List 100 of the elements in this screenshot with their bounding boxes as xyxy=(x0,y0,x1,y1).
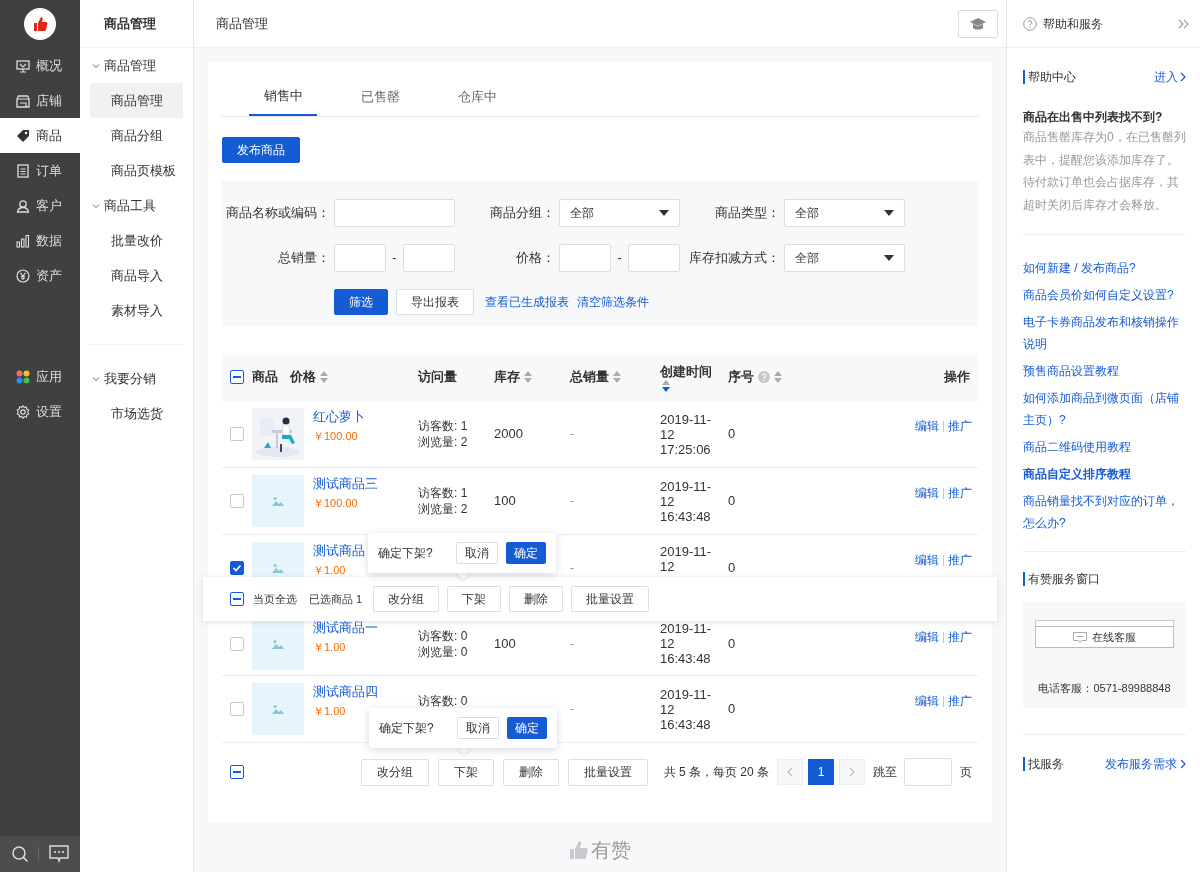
nav-group[interactable]: 商品管理 xyxy=(80,48,193,83)
sort-icon[interactable] xyxy=(774,371,782,383)
button[interactable]: 删除 xyxy=(509,586,564,612)
nav-item[interactable]: 商品 xyxy=(0,118,80,153)
nav-item[interactable]: 商品页模板 xyxy=(90,153,183,188)
action-link[interactable]: 推广 xyxy=(948,628,972,646)
nav-item[interactable]: 商品导入 xyxy=(90,258,183,293)
checkbox[interactable] xyxy=(230,370,244,384)
chat-icon[interactable] xyxy=(49,845,70,863)
help-link[interactable]: 预售商品设置教程 xyxy=(1023,360,1186,382)
help-link[interactable]: 商品二维码使用教程 xyxy=(1023,436,1186,458)
nav-item[interactable]: 商品分组 xyxy=(90,118,183,153)
nav-item[interactable]: 商品管理 xyxy=(90,83,183,118)
select-field[interactable]: 全部 xyxy=(559,199,680,227)
product-link[interactable]: 测试商品 xyxy=(313,543,365,559)
input-field[interactable] xyxy=(559,244,611,272)
button[interactable]: 批量设置 xyxy=(571,586,650,612)
button[interactable]: 发布商品 xyxy=(222,137,300,163)
input-field[interactable] xyxy=(628,244,680,272)
tab[interactable]: 已售罄 xyxy=(346,77,414,116)
product-link[interactable]: 测试商品一 xyxy=(313,620,378,636)
nav-item[interactable]: 素材导入 xyxy=(90,293,183,328)
jump-label: 跳至 xyxy=(873,764,897,781)
tab[interactable]: 销售中 xyxy=(249,77,317,116)
online-service-button[interactable]: 在线客服 xyxy=(1035,626,1174,648)
sort-descending-icon[interactable] xyxy=(662,380,670,392)
button[interactable]: 下架 xyxy=(438,758,494,786)
stock-count: 100 xyxy=(494,635,516,651)
confirm-button[interactable]: 确定 xyxy=(507,717,547,739)
thumbs-up-logo[interactable] xyxy=(24,8,56,40)
action-link[interactable]: 推广 xyxy=(948,417,972,435)
publish-request-link[interactable]: 发布服务需求 xyxy=(1105,755,1186,773)
nav-item[interactable]: 资产 xyxy=(0,258,80,293)
nav-item[interactable]: 应用 xyxy=(0,359,80,394)
help-link[interactable]: 电子卡券商品发布和核销操作说明 xyxy=(1023,311,1186,355)
select-field[interactable]: 全部 xyxy=(784,244,905,272)
nav-item[interactable]: 设置 xyxy=(0,394,80,429)
nav-group[interactable]: 我要分销 xyxy=(80,361,193,396)
tab[interactable]: 仓库中 xyxy=(443,77,511,116)
button[interactable]: 改分组 xyxy=(361,758,429,786)
action-link[interactable]: 编辑 xyxy=(915,551,939,569)
action-link[interactable]: 编辑 xyxy=(915,628,939,646)
nav-item[interactable]: 订单 xyxy=(0,153,80,188)
input-field[interactable] xyxy=(403,244,455,272)
select-field[interactable]: 全部 xyxy=(784,199,905,227)
nav-item[interactable]: 概况 xyxy=(0,48,80,83)
link[interactable]: 清空筛选条件 xyxy=(577,293,649,311)
sort-icon[interactable] xyxy=(320,371,328,383)
page-button[interactable]: 1 xyxy=(808,759,834,785)
collapse-icon[interactable] xyxy=(1178,18,1190,29)
sort-icon[interactable] xyxy=(613,371,621,383)
column-header: 价格 xyxy=(290,368,316,387)
nav-item[interactable]: 店铺 xyxy=(0,83,80,118)
help-link[interactable]: 如何添加商品到微页面（店铺主页）? xyxy=(1023,387,1186,431)
action-link[interactable]: 编辑 xyxy=(915,417,939,435)
action-link[interactable]: 推广 xyxy=(948,484,972,502)
help-link[interactable]: 如何新建 / 发布商品? xyxy=(1023,257,1186,279)
sequence-number: 0 xyxy=(728,635,736,651)
cancel-button[interactable]: 取消 xyxy=(456,542,498,564)
tutorial-button[interactable] xyxy=(958,9,998,38)
enter-link[interactable]: 进入 xyxy=(1154,68,1186,86)
nav-item[interactable]: 市场选货 xyxy=(90,396,183,431)
nav-item[interactable]: 数据 xyxy=(0,223,80,258)
button[interactable]: 导出报表 xyxy=(396,289,474,315)
button[interactable]: 下架 xyxy=(447,586,502,612)
link[interactable]: 查看已生成报表 xyxy=(485,293,569,311)
cancel-button[interactable]: 取消 xyxy=(457,717,499,739)
action-link[interactable]: 推广 xyxy=(948,692,972,710)
help-link[interactable]: 商品自定义排序教程 xyxy=(1023,463,1186,485)
product-link[interactable]: 测试商品四 xyxy=(313,684,378,700)
product-link[interactable]: 测试商品三 xyxy=(313,476,378,492)
nav-group[interactable]: 商品工具 xyxy=(80,188,193,223)
confirm-button[interactable]: 确定 xyxy=(506,542,546,564)
input-field[interactable] xyxy=(334,199,455,227)
previous-page-button[interactable] xyxy=(777,759,803,785)
button[interactable]: 改分组 xyxy=(373,586,440,612)
sort-icon[interactable] xyxy=(524,371,532,383)
checkbox[interactable] xyxy=(230,765,244,779)
product-link[interactable]: 红心萝卜 xyxy=(313,409,365,425)
column-header: 创建时间 xyxy=(660,364,713,380)
next-page-button[interactable] xyxy=(839,759,865,785)
action-link[interactable]: 编辑 xyxy=(915,692,939,710)
checkbox[interactable] xyxy=(230,592,244,606)
action-link[interactable]: 编辑 xyxy=(915,484,939,502)
section-title: 帮助中心 xyxy=(1023,70,1076,84)
search-icon[interactable] xyxy=(10,845,29,863)
checkbox[interactable] xyxy=(230,561,244,575)
page-input[interactable] xyxy=(904,758,952,786)
button[interactable]: 删除 xyxy=(503,758,559,786)
chat-icon xyxy=(1073,631,1087,643)
button[interactable]: 筛选 xyxy=(334,289,388,315)
help-link[interactable]: 商品销量找不到对应的订单，怎么办? xyxy=(1023,490,1186,534)
help-link[interactable]: 商品会员价如何自定义设置? xyxy=(1023,284,1186,306)
help-question: 商品在出售中列表找不到? xyxy=(1023,109,1164,126)
action-link[interactable]: 推广 xyxy=(948,551,972,569)
nav-item[interactable]: 批量改价 xyxy=(90,223,183,258)
button[interactable]: 批量设置 xyxy=(568,758,648,786)
input-field[interactable] xyxy=(334,244,386,272)
nav-item[interactable]: 客户 xyxy=(0,188,80,223)
column-header: 总销量 xyxy=(570,368,609,387)
